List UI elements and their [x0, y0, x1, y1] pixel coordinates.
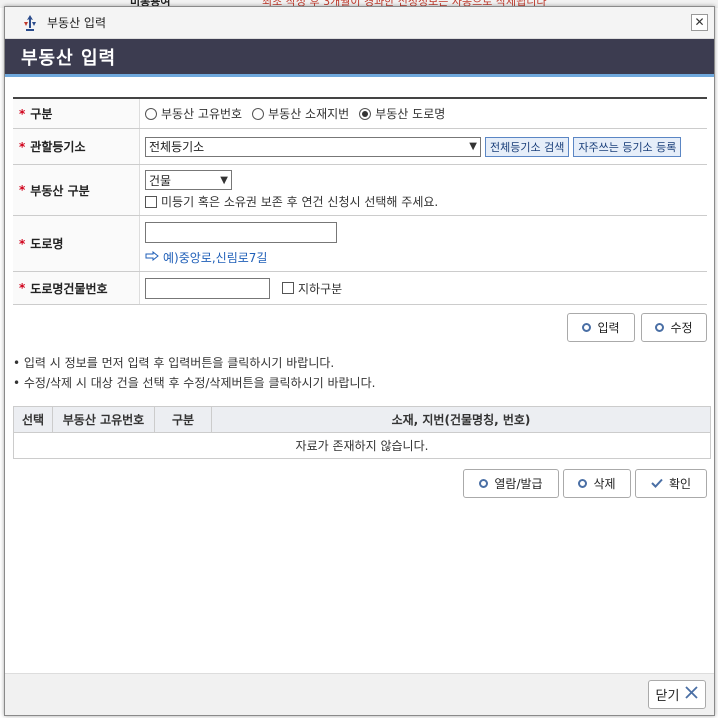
- col-address: 소재, 지번(건물명칭, 번호): [391, 413, 531, 427]
- radio-unique-number[interactable]: 부동산 고유번호: [145, 105, 242, 122]
- road-name-input[interactable]: [145, 221, 337, 243]
- close-button[interactable]: 닫기: [648, 680, 706, 709]
- confirm-button[interactable]: 확인: [635, 469, 707, 498]
- building-number-label: * 도로명건물번호: [13, 272, 140, 304]
- chevron-down-icon: ▼: [220, 174, 228, 186]
- note-item: • 수정/삭제 시 대상 건을 선택 후 수정/삭제버튼을 클릭하시기 바랍니다…: [13, 376, 376, 390]
- col-unique-number: 부동산 고유번호: [53, 407, 155, 432]
- basement-label: 지하구분: [298, 281, 343, 296]
- edit-button[interactable]: 수정: [641, 313, 707, 342]
- close-icon: [685, 686, 699, 703]
- road-name-example: 예)중앙로,신림로7길: [145, 249, 702, 266]
- table-empty-message: 자료가 존재하지 않습니다.: [295, 439, 429, 453]
- note-item: • 입력 시 정보를 먼저 입력 후 입력버튼을 클릭하시기 바랍니다.: [13, 356, 335, 370]
- basement-checkbox[interactable]: [282, 282, 294, 294]
- table-header: 선택 부동산 고유번호 구분 소재, 지번(건물명칭, 번호): [14, 407, 710, 433]
- registry-label: * 관할등기소: [13, 129, 140, 164]
- radio-road-name[interactable]: 부동산 도로명: [359, 105, 445, 122]
- form-row-property-type: * 부동산 구분 건물 ▼ 미등기 혹은 소유권 보존 후 연건 신청시 선택해 …: [13, 165, 707, 216]
- registry-search-button[interactable]: 전체등기소 검색: [485, 136, 570, 157]
- circle-icon: [655, 323, 665, 332]
- property-form: * 구분 부동산 고유번호 부동산 소재지번 부동산 도로명 * 관할등기소 전체등…: [13, 97, 707, 305]
- input-button[interactable]: 입력: [567, 313, 635, 342]
- arrow-right-icon: [145, 250, 159, 264]
- unregistered-checkbox[interactable]: [145, 195, 157, 208]
- page-title: 부동산 입력: [5, 39, 714, 77]
- court-logo-icon: [21, 14, 39, 32]
- circle-icon: [582, 323, 592, 332]
- form-row-type: * 구분 부동산 고유번호 부동산 소재지번 부동산 도로명: [13, 99, 707, 129]
- unregistered-checkbox-label: 미등기 혹은 소유권 보존 후 연건 신청시 선택해 주세요.: [161, 195, 439, 209]
- radio-lot-address[interactable]: 부동산 소재지번: [252, 105, 349, 122]
- col-select: 선택: [14, 407, 53, 432]
- form-row-building-number: * 도로명건물번호 지하구분: [13, 272, 707, 305]
- form-row-road-name: * 도로명 예)중앙로,신림로7길: [13, 216, 707, 272]
- dialog-footer: 닫기: [5, 673, 714, 715]
- circle-icon: [578, 479, 588, 488]
- property-input-dialog: 부동산 입력 ✕ 부동산 입력 * 구분 부동산 고유번호 부동산 소재지번 부동…: [4, 6, 715, 716]
- chevron-down-icon: ▼: [469, 141, 477, 152]
- property-type-label: * 부동산 구분: [13, 165, 140, 215]
- col-type: 구분: [155, 407, 212, 432]
- check-icon: [651, 477, 663, 491]
- instruction-notes: • 입력 시 정보를 먼저 입력 후 입력버튼을 클릭하시기 바랍니다. • 수…: [13, 353, 375, 393]
- registry-favorite-button[interactable]: 자주쓰는 등기소 등록: [573, 136, 682, 157]
- titlebar-title: 부동산 입력: [47, 16, 107, 30]
- dialog-titlebar: 부동산 입력 ✕: [5, 7, 714, 39]
- road-name-label: * 도로명: [13, 216, 140, 271]
- type-label: * 구분: [13, 99, 140, 128]
- form-row-registry: * 관할등기소 전체등기소 ▼ 전체등기소 검색 자주쓰는 등기소 등록: [13, 129, 707, 165]
- view-issue-button[interactable]: 열람/발급: [463, 469, 559, 498]
- property-type-select[interactable]: 건물 ▼: [145, 170, 232, 190]
- registry-select[interactable]: 전체등기소 ▼: [145, 136, 481, 157]
- delete-button[interactable]: 삭제: [563, 469, 631, 498]
- circle-icon: [479, 479, 489, 488]
- building-number-input[interactable]: [145, 277, 270, 299]
- close-icon[interactable]: ✕: [691, 14, 708, 31]
- type-radio-group: 부동산 고유번호 부동산 소재지번 부동산 도로명: [145, 105, 702, 122]
- property-table: 선택 부동산 고유번호 구분 소재, 지번(건물명칭, 번호) 자료가 존재하지…: [13, 406, 711, 459]
